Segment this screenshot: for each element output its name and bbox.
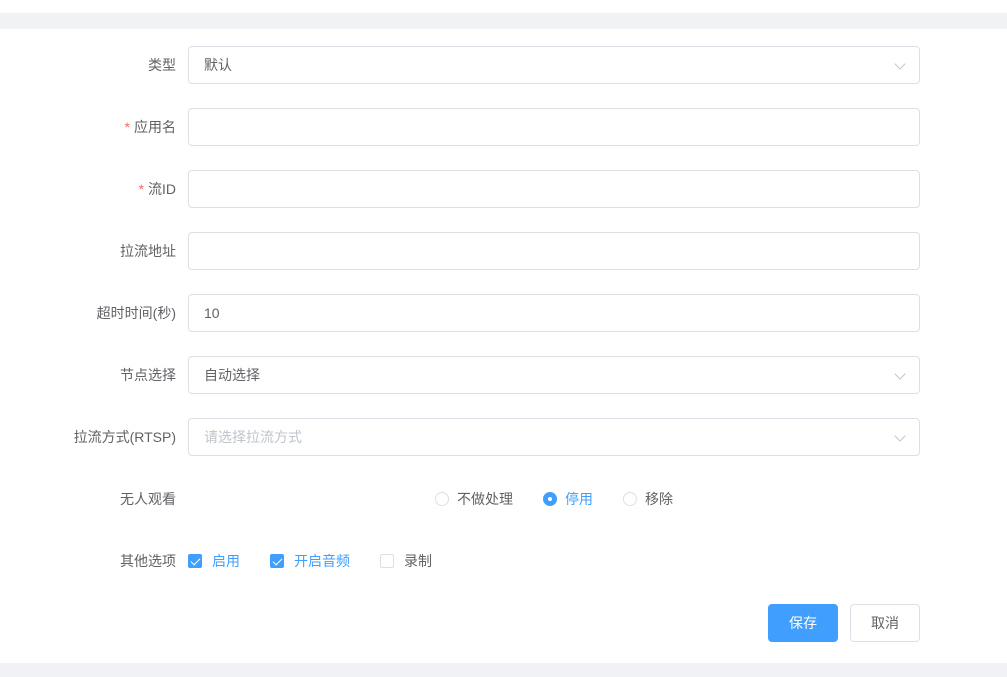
type-label: 类型 [0,46,176,84]
pull-url-label: 拉流地址 [0,232,176,270]
required-asterisk: * [139,181,144,197]
timeout-label: 超时时间(秒) [0,294,176,332]
type-select-value: 默认 [204,47,232,83]
no-viewer-radio-group: 不做处理 停用 移除 [188,489,920,509]
checkbox-record-label: 录制 [404,551,432,571]
node-select[interactable]: 自动选择 [188,356,920,394]
page-background-divider [0,13,1007,29]
radio-remove-label: 移除 [645,489,673,509]
radio-no-action-label: 不做处理 [457,489,513,509]
radio-no-action[interactable]: 不做处理 [435,489,513,509]
checkbox-audio-label: 开启音频 [294,551,350,571]
cancel-button[interactable]: 取消 [850,604,920,642]
form-row-stream-id: *流ID [0,170,1007,208]
app-name-label: *应用名 [0,108,176,146]
form-row-type: 类型 默认 [0,46,1007,84]
node-select-label: 节点选择 [0,356,176,394]
form-row-pull-mode: 拉流方式(RTSP) 请选择拉流方式 [0,418,1007,456]
radio-disable-label: 停用 [565,489,593,509]
checkbox-icon [270,554,284,568]
app-name-input-wrap [188,108,920,146]
stream-id-label: *流ID [0,170,176,208]
pull-mode-select-placeholder: 请选择拉流方式 [204,419,302,455]
timeout-input-wrap [188,294,920,332]
checkbox-enable[interactable]: 启用 [188,551,240,571]
chevron-down-icon [895,432,904,441]
form-row-other-options: 其他选项 启用 开启音频 录制 [0,542,1007,580]
other-options-label: 其他选项 [0,542,176,580]
stream-id-input-wrap [188,170,920,208]
radio-circle-icon [435,492,449,506]
checkbox-record[interactable]: 录制 [380,551,432,571]
radio-remove[interactable]: 移除 [623,489,673,509]
save-button[interactable]: 保存 [768,604,838,642]
required-asterisk: * [125,119,130,135]
form-row-timeout: 超时时间(秒) [0,294,1007,332]
radio-circle-icon [543,492,557,506]
top-white-strip [0,0,1007,13]
pull-url-input[interactable] [188,232,920,270]
type-select-wrap: 默认 [188,46,920,84]
radio-disable[interactable]: 停用 [543,489,593,509]
form-row-pull-url: 拉流地址 [0,232,1007,270]
form-actions: 保存 取消 [0,604,920,642]
app-name-input[interactable] [188,108,920,146]
checkbox-icon [188,554,202,568]
node-select-value: 自动选择 [204,357,260,393]
chevron-down-icon [895,60,904,69]
stream-config-form: 类型 默认 *应用名 *流ID 拉流地址 超时时间(秒) [0,29,1007,663]
bottom-background-strip [0,663,1007,677]
pull-mode-select-wrap: 请选择拉流方式 [188,418,920,456]
form-row-no-viewer: 无人观看 不做处理 停用 移除 [0,480,1007,518]
pull-mode-label: 拉流方式(RTSP) [0,418,176,456]
chevron-down-icon [895,370,904,379]
pull-url-input-wrap [188,232,920,270]
checkbox-audio[interactable]: 开启音频 [270,551,350,571]
checkbox-enable-label: 启用 [212,551,240,571]
radio-circle-icon [623,492,637,506]
checkbox-icon [380,554,394,568]
pull-mode-select[interactable]: 请选择拉流方式 [188,418,920,456]
other-options-checkbox-group: 启用 开启音频 录制 [188,551,920,571]
no-viewer-label: 无人观看 [0,480,176,518]
node-select-wrap: 自动选择 [188,356,920,394]
timeout-input[interactable] [188,294,920,332]
stream-id-input[interactable] [188,170,920,208]
form-row-app-name: *应用名 [0,108,1007,146]
type-select[interactable]: 默认 [188,46,920,84]
form-row-node-select: 节点选择 自动选择 [0,356,1007,394]
